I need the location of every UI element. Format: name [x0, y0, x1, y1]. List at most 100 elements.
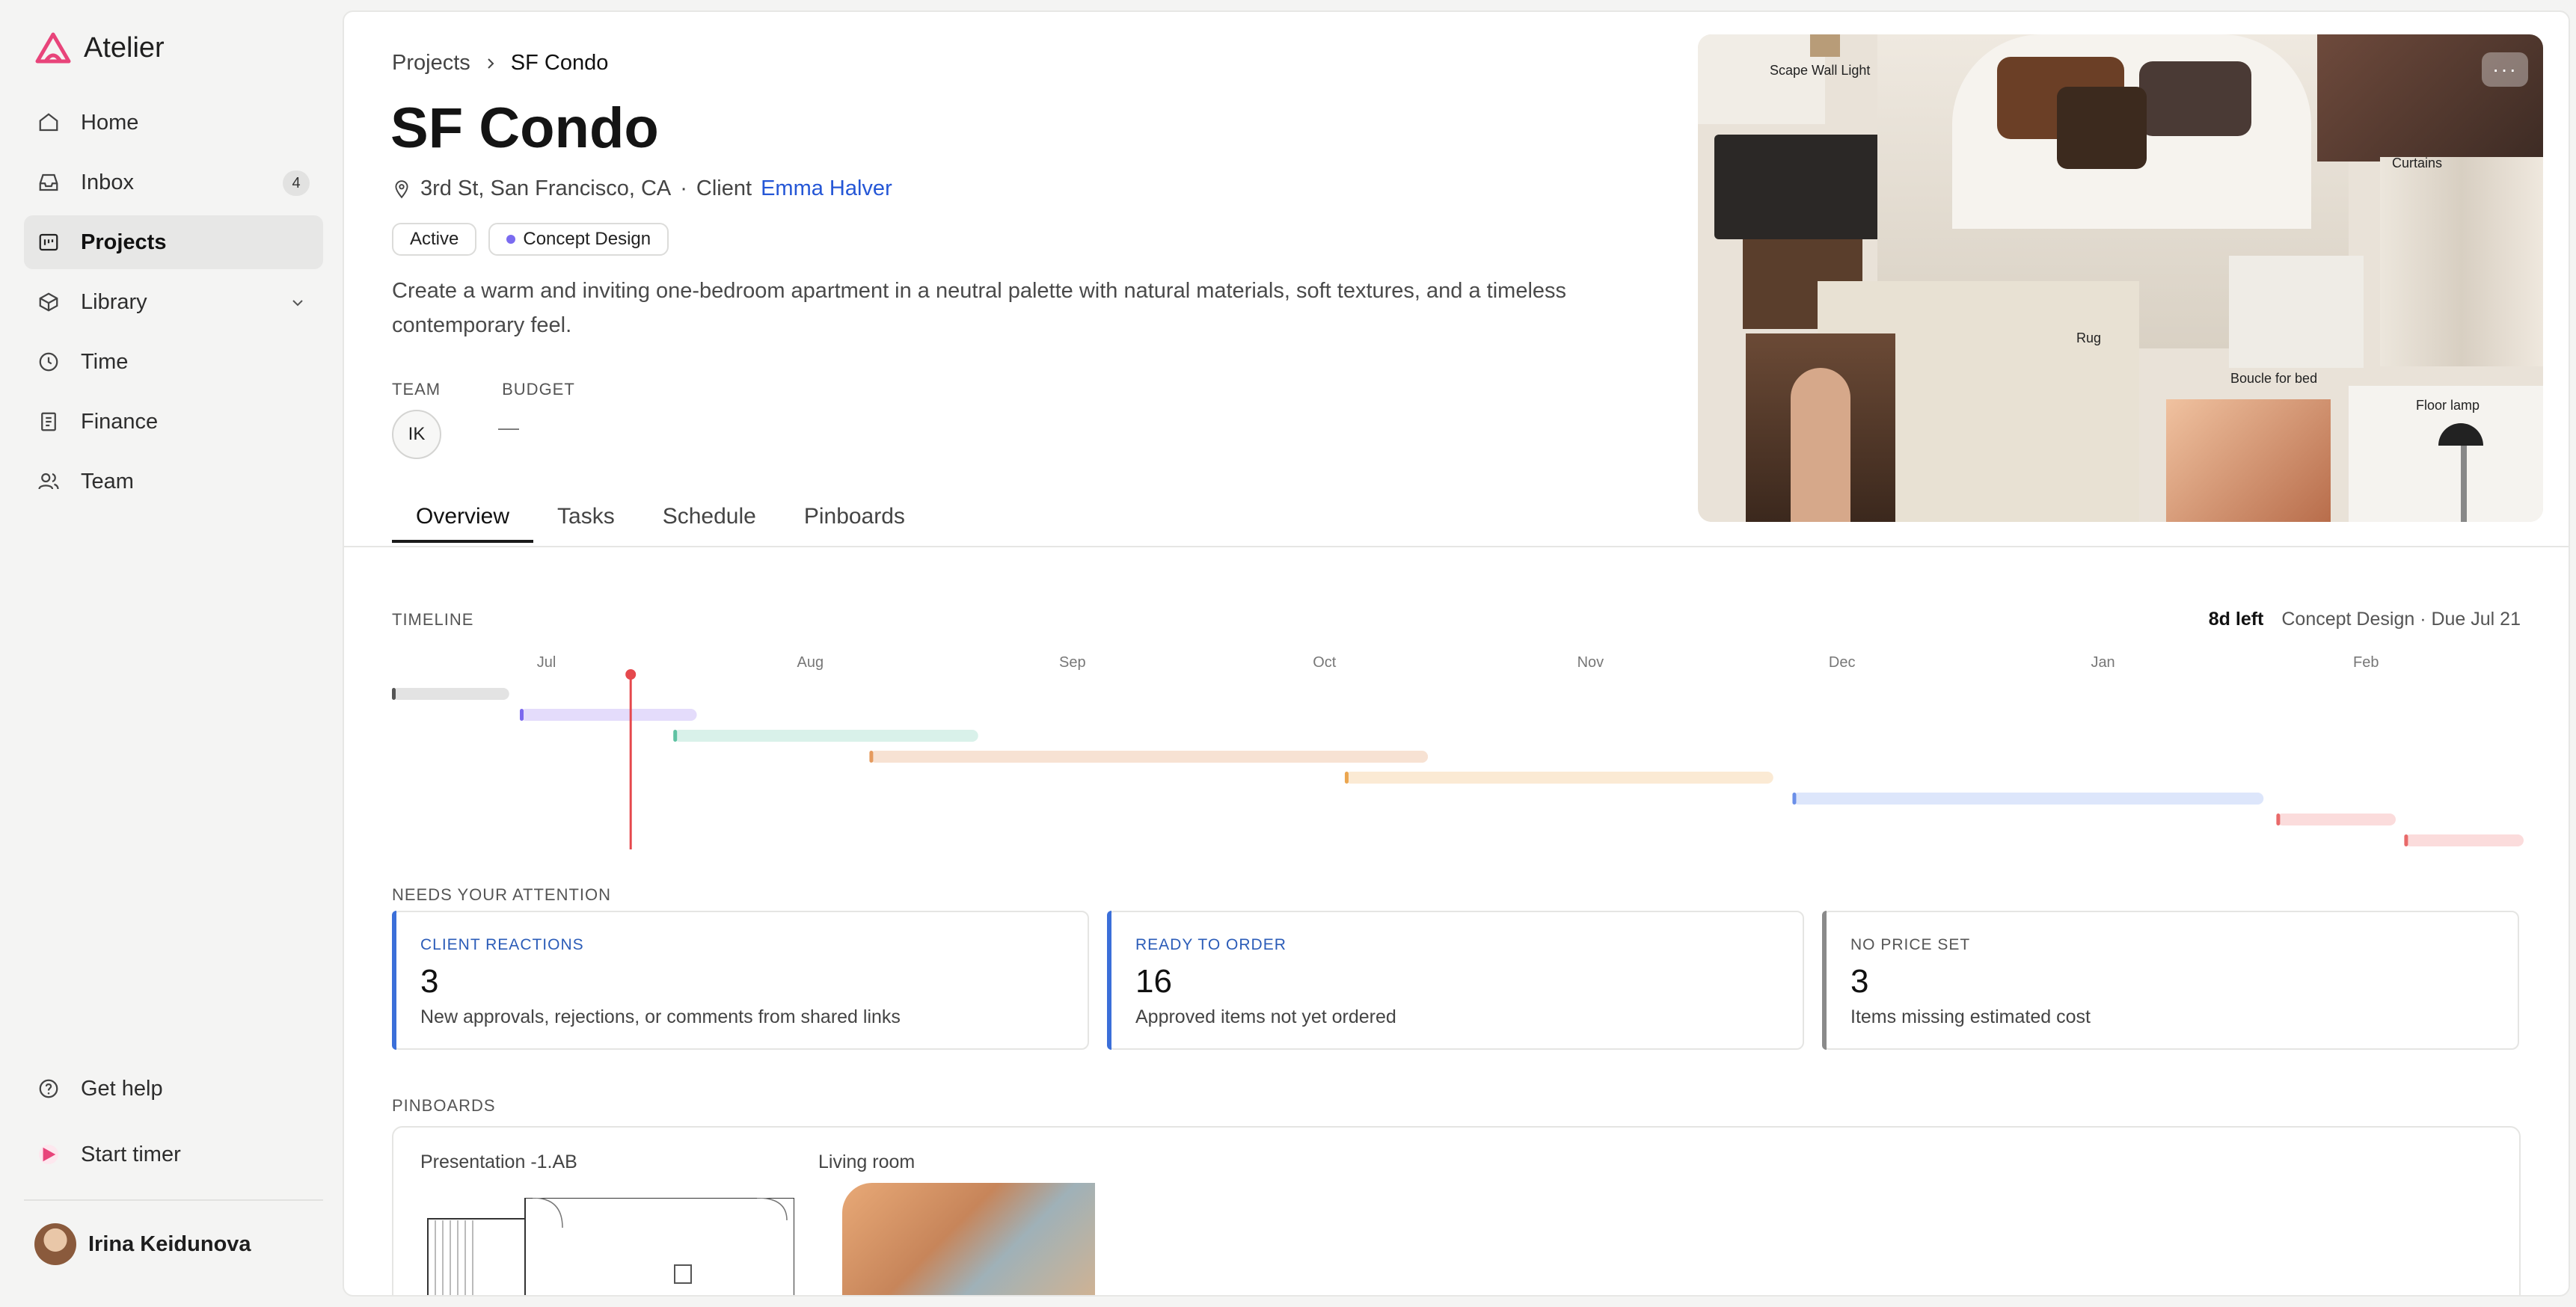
card-accent-bar — [392, 911, 396, 1050]
timeline-bar[interactable] — [2276, 814, 2396, 825]
card-description: Approved items not yet ordered — [1135, 1006, 1396, 1027]
curtains-image — [2380, 157, 2543, 366]
today-marker-dot — [625, 669, 637, 680]
sidebar-item-time[interactable]: Time — [24, 335, 323, 389]
pillow-center — [2057, 87, 2147, 169]
sidebar-item-library[interactable]: Library — [24, 275, 323, 329]
phase-badge[interactable]: Concept Design — [488, 223, 669, 256]
no-price-set-card[interactable]: NO PRICE SET 3 Items missing estimated c… — [1822, 911, 2519, 1050]
card-title: READY TO ORDER — [1135, 936, 1287, 953]
breadcrumb: Projects SF Condo — [392, 51, 608, 76]
phase-dot-icon — [506, 235, 516, 244]
sidebar-item-projects[interactable]: Projects — [24, 215, 323, 269]
client-link[interactable]: Emma Halver — [761, 176, 892, 201]
location-pin-icon — [395, 179, 408, 198]
timeline-bar-cap — [1344, 772, 1349, 784]
get-help-button[interactable]: Get help — [24, 1062, 323, 1116]
timeline-bar-cap — [673, 730, 678, 742]
team-member-avatar[interactable]: IK — [392, 410, 441, 459]
card-count: 3 — [420, 963, 439, 1000]
chevron-down-icon[interactable] — [289, 293, 307, 318]
sidebar-item-finance[interactable]: Finance — [24, 395, 323, 449]
tab-tasks[interactable]: Tasks — [533, 490, 639, 543]
sidebar-divider — [24, 1199, 323, 1201]
avatar — [34, 1223, 76, 1265]
pinboard-thumbnail-living-room[interactable] — [842, 1183, 1095, 1295]
brand-logo[interactable]: Atelier — [34, 31, 165, 64]
card-title: NO PRICE SET — [1850, 936, 1971, 953]
timeline-month-jan: Jan — [2091, 654, 2115, 671]
home-icon — [36, 110, 61, 135]
pinboard-title[interactable]: Presentation -1.AB — [420, 1151, 577, 1173]
phase-label: Concept Design — [523, 229, 651, 249]
card-accent-bar — [1822, 911, 1827, 1050]
sidebar-bottom: Get help Start timer — [24, 1062, 323, 1193]
more-icon: ··· — [2492, 58, 2518, 81]
pillow-right — [2139, 61, 2251, 136]
timeline-month-aug: Aug — [797, 654, 824, 671]
timeline-bar[interactable] — [1792, 793, 2264, 805]
timeline-status: 8d left Concept Design · Due Jul 21 — [2209, 609, 2521, 630]
tabs-divider — [344, 546, 2569, 547]
timeline-month-nov: Nov — [1577, 654, 1604, 671]
team-label: TEAM — [392, 380, 441, 399]
sidebar-item-home[interactable]: Home — [24, 96, 323, 150]
timeline-month-feb: Feb — [2353, 654, 2379, 671]
chevron-right-icon — [488, 58, 494, 69]
timeline-bar-cap — [392, 688, 396, 700]
timeline-bar[interactable] — [869, 751, 1429, 763]
start-timer-label: Start timer — [81, 1142, 181, 1166]
client-reactions-card[interactable]: CLIENT REACTIONS 3 New approvals, reject… — [392, 911, 1089, 1050]
timeline-month-oct: Oct — [1313, 654, 1337, 671]
timeline-label: TIMELINE — [392, 610, 474, 629]
timeline-bar-cap — [1792, 793, 1797, 805]
inbox-count-badge: 4 — [283, 170, 310, 196]
timeline-chart[interactable]: Jul Aug Sep Oct Nov Dec Jan Feb — [384, 640, 2531, 857]
boucle-image — [2229, 256, 2364, 368]
main-nav: Home Inbox 4 Projects Library Time Finan… — [24, 96, 323, 514]
timeline-month-dec: Dec — [1829, 654, 1856, 671]
timeline-bar[interactable] — [520, 709, 697, 721]
days-left: 8d left — [2208, 609, 2264, 630]
project-tags: Active Concept Design — [392, 223, 669, 256]
projects-icon — [36, 230, 61, 255]
moodboard-image[interactable]: Scape Wall Light Curtains Rug Boucle for… — [1698, 34, 2543, 522]
sidebar-item-team[interactable]: Team — [24, 455, 323, 508]
tab-schedule[interactable]: Schedule — [639, 490, 780, 543]
pinboards-label: PINBOARDS — [392, 1096, 496, 1115]
timeline-bar[interactable] — [1344, 772, 1773, 784]
meta-labels: TEAM BUDGET — [392, 380, 575, 399]
project-description: Create a warm and inviting one-bedroom a… — [392, 279, 1567, 337]
tab-pinboards[interactable]: Pinboards — [780, 490, 929, 543]
moodboard-label-curtains: Curtains — [2392, 156, 2443, 170]
breadcrumb-parent[interactable]: Projects — [392, 51, 470, 76]
more-options-button[interactable]: ··· — [2482, 52, 2528, 87]
card-count: 3 — [1850, 963, 1869, 1000]
timeline-bar[interactable] — [392, 688, 509, 700]
timeline-bar[interactable] — [673, 730, 978, 742]
pinboard-title[interactable]: Living room — [818, 1151, 915, 1173]
sidebar-item-label: Team — [81, 469, 134, 493]
user-name: Irina Keidunova — [88, 1231, 251, 1256]
budget-label: BUDGET — [502, 380, 575, 399]
user-profile[interactable]: Irina Keidunova — [34, 1223, 251, 1265]
project-meta: 3rd St, San Francisco, CA · Client Emma … — [392, 176, 892, 201]
timeline-bar-cap — [2404, 834, 2408, 846]
sidebar-item-inbox[interactable]: Inbox 4 — [24, 156, 323, 209]
start-timer-button[interactable]: Start timer — [24, 1128, 323, 1181]
card-title: CLIENT REACTIONS — [420, 936, 584, 953]
attention-cards: CLIENT REACTIONS 3 New approvals, reject… — [392, 911, 2519, 1050]
status-badge[interactable]: Active — [392, 223, 477, 256]
inbox-icon — [36, 170, 61, 195]
timeline-bar[interactable] — [2404, 834, 2524, 846]
moodboard-label-floor-lamp: Floor lamp — [2416, 398, 2480, 413]
breadcrumb-current: SF Condo — [510, 51, 609, 75]
tab-overview[interactable]: Overview — [392, 490, 534, 543]
sidebar-item-label: Library — [81, 289, 147, 314]
ready-to-order-card[interactable]: READY TO ORDER 16 Approved items not yet… — [1107, 911, 1804, 1050]
sidebar-item-label: Home — [81, 110, 139, 135]
budget-value[interactable]: — — [498, 416, 519, 440]
pinboard-thumbnail-floorplan[interactable] — [420, 1198, 794, 1297]
sidebar-item-label: Finance — [81, 409, 159, 434]
moodboard-label-wall-light: Scape Wall Light — [1770, 63, 1871, 78]
